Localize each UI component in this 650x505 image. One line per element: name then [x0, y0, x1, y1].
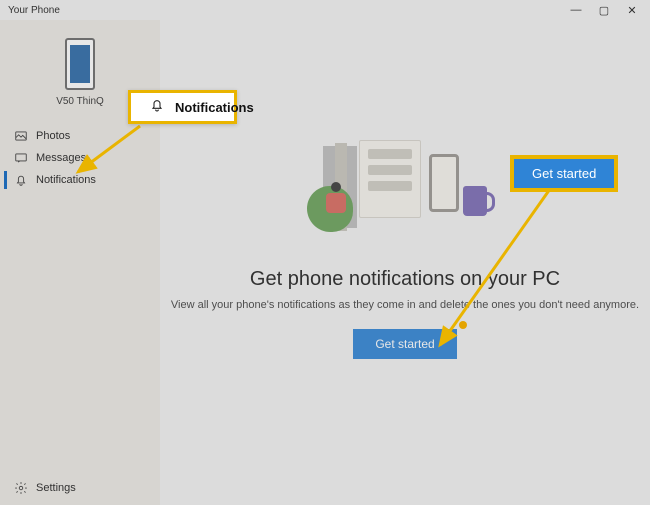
sidebar-item-notifications[interactable]: Notifications — [0, 169, 160, 191]
minimize-button[interactable]: — — [562, 4, 590, 16]
gear-icon — [14, 481, 28, 495]
device-card: V50 ThinQ — [0, 20, 160, 115]
nav-list: Photos Messages Notifications — [0, 125, 160, 191]
titlebar: Your Phone — ▢ ✕ — [0, 0, 650, 20]
phone-icon — [65, 38, 95, 90]
page-title: Get phone notifications on your PC — [250, 268, 560, 291]
photos-icon — [14, 129, 28, 143]
sidebar-item-label: Notifications — [36, 174, 96, 186]
close-button[interactable]: ✕ — [618, 4, 646, 17]
sidebar-item-messages[interactable]: Messages — [0, 147, 160, 169]
device-name: V50 ThinQ — [56, 96, 104, 107]
window-title: Your Phone — [4, 5, 60, 16]
page-subtitle: View all your phone's notifications as t… — [171, 299, 639, 311]
content-pane: Get phone notifications on your PC View … — [160, 20, 650, 505]
sidebar-item-photos[interactable]: Photos — [0, 125, 160, 147]
sidebar-item-label: Messages — [36, 152, 86, 164]
messages-icon — [14, 151, 28, 165]
sidebar-item-settings[interactable]: Settings — [0, 475, 160, 505]
sidebar: V50 ThinQ Photos Messages Notifications … — [0, 20, 160, 505]
get-started-button[interactable]: Get started — [353, 329, 456, 359]
bell-icon — [14, 173, 28, 187]
illustration — [305, 140, 505, 250]
sidebar-item-label: Settings — [36, 482, 76, 494]
maximize-button[interactable]: ▢ — [590, 4, 618, 17]
sidebar-item-label: Photos — [36, 130, 70, 142]
